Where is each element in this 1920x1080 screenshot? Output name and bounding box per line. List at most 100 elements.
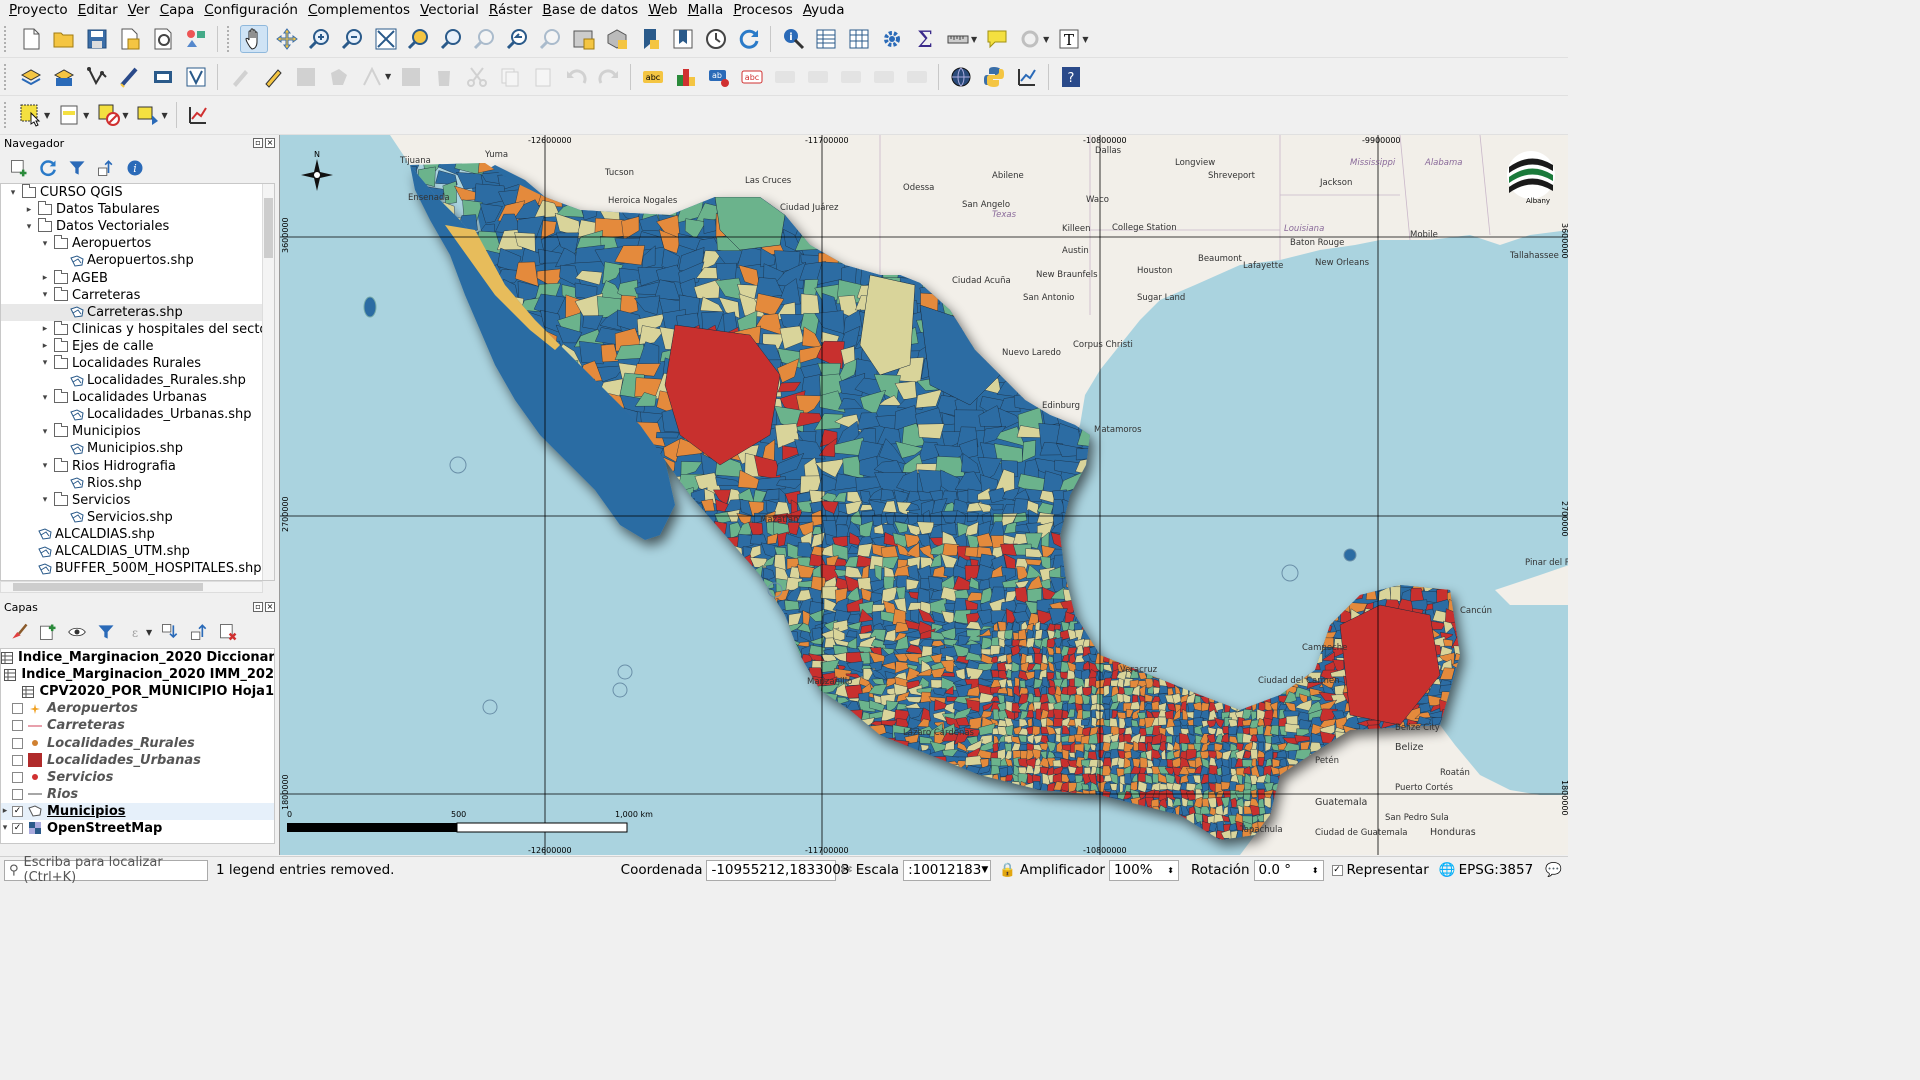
menu-capa[interactable]: Capa xyxy=(155,0,200,20)
municipio-polygon[interactable] xyxy=(966,511,979,523)
municipio-polygon[interactable] xyxy=(1103,703,1111,710)
municipio-polygon[interactable] xyxy=(989,645,1001,655)
browser-item[interactable]: ▾ Localidades Urbanas xyxy=(1,389,274,406)
menu-complementos[interactable]: Complementos xyxy=(303,0,415,20)
collapse-arrow-icon[interactable]: ▾ xyxy=(39,427,51,437)
expand-arrow-icon[interactable]: ▸ xyxy=(39,341,51,351)
select-features-icon[interactable] xyxy=(17,101,45,129)
menu-vectorial[interactable]: Vectorial xyxy=(415,0,484,20)
layer-visibility-checkbox[interactable] xyxy=(12,703,23,715)
data-source-manager-icon[interactable] xyxy=(17,63,45,91)
current-edits-icon[interactable] xyxy=(226,63,254,91)
browser-item[interactable]: ALCALDIAS_UTM.shp xyxy=(1,543,274,560)
municipio-polygon[interactable] xyxy=(857,577,872,590)
collapse-arrow-icon[interactable]: ▾ xyxy=(39,393,51,403)
browser-item[interactable]: Localidades_Urbanas.shp xyxy=(1,406,274,423)
menu-ráster[interactable]: Ráster xyxy=(484,0,538,20)
municipio-polygon[interactable] xyxy=(1250,749,1259,760)
remove-layer-icon[interactable] xyxy=(216,620,240,644)
zoom-in-icon[interactable] xyxy=(306,25,334,53)
show-bookmarks-icon[interactable] xyxy=(669,25,697,53)
browser-item[interactable]: BUFFER_500M_HOSPITALES.shp xyxy=(1,560,274,577)
globe-plugin-icon[interactable] xyxy=(947,63,975,91)
new-map-view-icon[interactable] xyxy=(570,25,598,53)
menu-editar[interactable]: Editar xyxy=(73,0,123,20)
zoom-full-icon[interactable] xyxy=(372,25,400,53)
deselect-all-icon[interactable] xyxy=(95,101,123,129)
browser-item[interactable]: Servicios.shp xyxy=(1,509,274,526)
municipio-polygon[interactable] xyxy=(1158,685,1169,695)
label-properties-icon[interactable] xyxy=(903,63,931,91)
layer-item[interactable]: Rios xyxy=(1,786,274,803)
expand-arrow-icon[interactable]: ▸ xyxy=(23,205,35,215)
municipio-polygon[interactable] xyxy=(1442,638,1453,647)
identify-features-icon[interactable]: i xyxy=(779,25,807,53)
new-bookmark-icon[interactable] xyxy=(636,25,664,53)
municipio-polygon[interactable] xyxy=(1390,586,1401,602)
layer-labeling-icon[interactable]: abc xyxy=(639,63,667,91)
expand-arrow-icon[interactable]: ▸ xyxy=(39,324,51,334)
collapse-all-layers-icon[interactable] xyxy=(187,620,211,644)
municipio-polygon[interactable] xyxy=(1228,725,1238,736)
add-virtual-layer-icon[interactable] xyxy=(182,63,210,91)
refresh-icon[interactable] xyxy=(735,25,763,53)
municipio-polygon[interactable] xyxy=(784,600,800,611)
profile-tool-icon[interactable] xyxy=(1013,63,1041,91)
layer-styling-icon[interactable] xyxy=(7,620,31,644)
municipio-polygon[interactable] xyxy=(1243,789,1252,802)
refresh-browser-icon[interactable] xyxy=(36,156,60,180)
pan-hand-icon[interactable] xyxy=(239,25,268,53)
municipio-polygon[interactable] xyxy=(1032,781,1041,790)
menu-malla[interactable]: Malla xyxy=(683,0,729,20)
float-panel-icon[interactable]: ▫ xyxy=(253,138,263,148)
save-as-icon[interactable] xyxy=(116,25,144,53)
municipio-polygon[interactable] xyxy=(1034,653,1043,665)
expand-arrow-icon[interactable]: ▸ xyxy=(1,806,9,816)
elevation-profile-icon[interactable] xyxy=(184,101,212,129)
municipio-polygon[interactable] xyxy=(1241,759,1253,768)
vertex-tool-icon[interactable] xyxy=(358,63,386,91)
collapse-arrow-icon[interactable]: ▾ xyxy=(7,188,19,198)
style-manager-icon[interactable] xyxy=(182,25,210,53)
municipio-polygon[interactable] xyxy=(1006,687,1014,697)
municipio-polygon[interactable] xyxy=(1060,693,1070,702)
zoom-native-icon[interactable] xyxy=(471,25,499,53)
temporal-controller-icon[interactable] xyxy=(702,25,730,53)
municipio-polygon[interactable] xyxy=(996,661,1007,672)
browser-item[interactable]: ▾ Aeropuertos xyxy=(1,235,274,252)
municipio-polygon[interactable] xyxy=(1005,725,1014,736)
layer-visibility-checkbox[interactable] xyxy=(12,737,23,749)
municipio-polygon[interactable] xyxy=(1055,733,1061,743)
manage-visibility-icon[interactable] xyxy=(65,620,89,644)
new-project-icon[interactable] xyxy=(17,25,45,53)
locator-icon[interactable] xyxy=(1016,25,1044,53)
browser-item[interactable]: Carreteras.shp xyxy=(1,303,274,321)
processing-toolbox-icon[interactable] xyxy=(878,25,906,53)
add-feature-icon[interactable] xyxy=(325,63,353,91)
municipio-polygon[interactable] xyxy=(1103,782,1111,791)
municipio-polygon[interactable] xyxy=(1138,741,1147,753)
add-vector-layer-icon[interactable] xyxy=(83,63,111,91)
municipio-polygon[interactable] xyxy=(1165,735,1173,744)
highlight-pinned-labels-icon[interactable]: ab xyxy=(705,63,733,91)
rotate-label-icon[interactable] xyxy=(837,63,865,91)
move-label-icon[interactable] xyxy=(804,63,832,91)
collapse-arrow-icon[interactable]: ▾ xyxy=(23,222,35,232)
municipio-polygon[interactable] xyxy=(1053,624,1061,631)
filter-expression-icon[interactable]: ε xyxy=(123,620,147,644)
layer-visibility-checkbox[interactable] xyxy=(12,788,23,800)
toggle-editing-icon[interactable] xyxy=(259,63,287,91)
browser-item[interactable]: ALCALDIAS.shp xyxy=(1,526,274,543)
browser-item[interactable]: ▾ Localidades Rurales xyxy=(1,354,274,372)
layer-item[interactable]: ▾ ✓ OpenStreetMap xyxy=(1,820,274,837)
layer-item[interactable]: CPV2020_POR_MUNICIPIO Hoja1 xyxy=(1,683,274,700)
municipio-polygon[interactable] xyxy=(1157,716,1167,726)
paste-features-icon[interactable] xyxy=(529,63,557,91)
help-icon[interactable]: ? xyxy=(1057,63,1085,91)
collapse-arrow-icon[interactable]: ▾ xyxy=(39,358,51,368)
filter-browser-icon[interactable] xyxy=(65,156,89,180)
close-panel-icon[interactable]: × xyxy=(265,138,275,148)
toolbar-grip[interactable] xyxy=(227,26,231,52)
pan-to-selection-icon[interactable] xyxy=(273,25,301,53)
municipio-polygon[interactable] xyxy=(1104,708,1111,720)
